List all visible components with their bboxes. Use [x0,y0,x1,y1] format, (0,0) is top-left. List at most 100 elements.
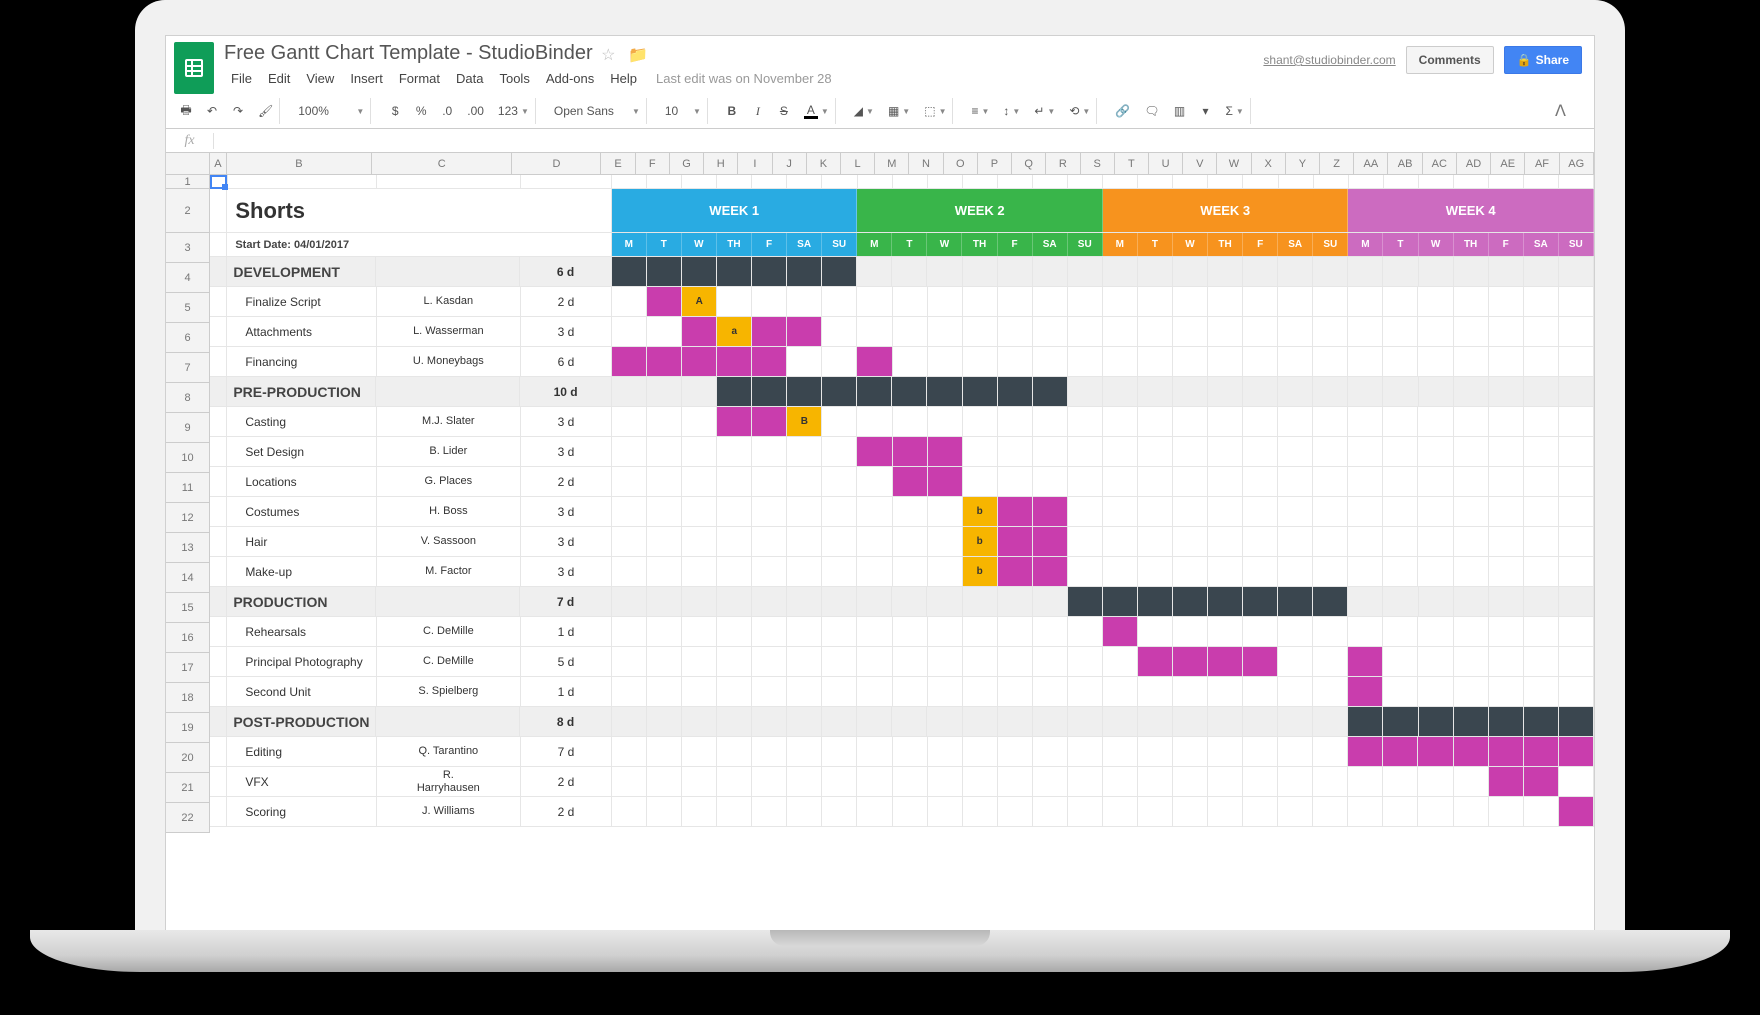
gantt-bar-section[interactable] [1313,587,1348,616]
insert-link-icon[interactable]: 🔗 [1113,104,1132,118]
gantt-bar-task[interactable] [1524,767,1559,796]
week-header[interactable]: WEEK 2 [857,189,1103,232]
task-duration[interactable]: 3 d [521,437,612,466]
task-duration[interactable]: 8 d [520,707,611,736]
task-name[interactable]: Hair [227,527,377,556]
fill-color-button[interactable]: ◢▼ [852,104,876,118]
task-assignee[interactable]: H. Boss [377,497,521,526]
gantt-bar-section[interactable] [647,257,682,286]
gantt-bar-task[interactable] [1559,797,1594,826]
task-assignee[interactable]: S. Spielberg [377,677,521,706]
gantt-bar-task[interactable] [1103,617,1138,646]
gantt-bar-section[interactable] [1383,707,1418,736]
gantt-bar-task[interactable] [647,287,682,316]
day-header[interactable]: SA [787,233,822,256]
column-header[interactable]: V [1183,153,1217,175]
day-header[interactable]: W [682,233,717,256]
day-header[interactable]: TH [1208,233,1243,256]
gantt-bar-section[interactable] [717,257,752,286]
day-header[interactable]: SA [1524,233,1559,256]
gantt-bar-task[interactable]: a [717,317,752,346]
task-duration[interactable]: 3 d [521,527,612,556]
menu-tools[interactable]: Tools [492,67,536,90]
day-header[interactable]: W [1419,233,1454,256]
filter-icon[interactable]: ▾ [1198,104,1214,118]
column-headers[interactable]: ABCDEFGHIJKLMNOPQRSTUVWXYZAAABACADAEAFAG [210,153,1594,175]
column-header[interactable]: H [704,153,738,175]
gantt-bar-task[interactable] [682,317,717,346]
row-header[interactable]: 7 [166,353,210,383]
gantt-bar-task[interactable] [1138,647,1173,676]
gantt-bar-section[interactable] [1278,587,1313,616]
task-assignee[interactable]: C. DeMille [377,647,521,676]
functions-icon[interactable]: Σ▼ [1224,104,1246,118]
text-wrap-button[interactable]: ↵▼ [1032,104,1057,118]
gantt-bar-task[interactable] [928,437,963,466]
share-button[interactable]: 🔒Share [1504,46,1582,74]
task-assignee[interactable]: V. Sassoon [377,527,521,556]
task-assignee[interactable]: L. Kasdan [377,287,521,316]
row-header[interactable]: 8 [166,383,210,413]
gantt-bar-task[interactable]: B [787,407,822,436]
gantt-bar-section[interactable] [787,257,822,286]
section-name[interactable]: PRE-PRODUCTION [227,377,376,406]
strikethrough-button[interactable]: S [776,104,792,118]
task-name[interactable]: Locations [227,467,377,496]
row-header[interactable]: 21 [166,773,210,803]
move-to-folder-icon[interactable]: 📁 [624,47,652,64]
gantt-bar-section[interactable] [963,377,998,406]
gantt-bar-task[interactable] [1489,767,1524,796]
task-assignee[interactable]: R.Harryhausen [377,767,521,796]
collapse-toolbar-icon[interactable]: ᐱ [1555,101,1586,121]
gantt-bar-task[interactable] [647,347,682,376]
task-duration[interactable]: 10 d [520,377,611,406]
gantt-bar-section[interactable] [787,377,822,406]
bold-button[interactable]: B [724,104,740,118]
gantt-bar-task[interactable] [752,407,787,436]
gantt-bar-task[interactable] [998,557,1033,586]
column-header[interactable]: G [670,153,704,175]
gantt-bar-section[interactable] [892,377,927,406]
day-header[interactable]: SU [1559,233,1594,256]
column-header[interactable]: K [807,153,841,175]
task-duration[interactable]: 1 d [521,617,612,646]
increase-decimals[interactable]: .00 [465,104,486,118]
column-header[interactable]: AF [1525,153,1559,175]
task-duration[interactable]: 2 d [521,467,612,496]
gantt-bar-section[interactable] [927,377,962,406]
gantt-bar-task[interactable] [612,347,647,376]
menu-insert[interactable]: Insert [343,67,390,90]
merge-cells-button[interactable]: ⬚▼ [922,104,948,118]
row-header[interactable]: 3 [166,233,210,263]
day-header[interactable]: SA [1033,233,1068,256]
day-header[interactable]: SU [1313,233,1348,256]
task-assignee[interactable] [376,587,520,616]
column-header[interactable]: AG [1560,153,1594,175]
gantt-bar-task[interactable]: b [963,497,998,526]
document-title[interactable]: Free Gantt Chart Template - StudioBinder [224,40,593,66]
day-header[interactable]: M [857,233,892,256]
task-duration[interactable]: 1 d [521,677,612,706]
day-header[interactable]: M [612,233,647,256]
text-rotation-button[interactable]: ⟲▼ [1067,104,1092,118]
column-header[interactable]: R [1046,153,1080,175]
gantt-bar-task[interactable] [1348,737,1383,766]
task-assignee[interactable]: Q. Tarantino [377,737,521,766]
column-header[interactable]: O [944,153,978,175]
paint-format-icon[interactable]: 🖌 [256,104,275,118]
vertical-align-button[interactable]: ↕▼ [1001,104,1022,118]
gantt-bar-section[interactable] [1173,587,1208,616]
gantt-bar-task[interactable] [1559,737,1594,766]
gantt-bar-section[interactable] [822,377,857,406]
column-header[interactable]: Q [1012,153,1046,175]
gantt-bar-section[interactable] [717,377,752,406]
row-header[interactable]: 2 [166,189,210,233]
text-color-button[interactable]: A▼ [802,104,831,119]
gantt-bar-task[interactable] [717,407,752,436]
column-header[interactable]: A [210,153,227,175]
column-header[interactable]: T [1115,153,1149,175]
column-header[interactable]: E [601,153,635,175]
day-header[interactable]: T [647,233,682,256]
row-header[interactable]: 5 [166,293,210,323]
task-name[interactable]: VFX [227,767,377,796]
